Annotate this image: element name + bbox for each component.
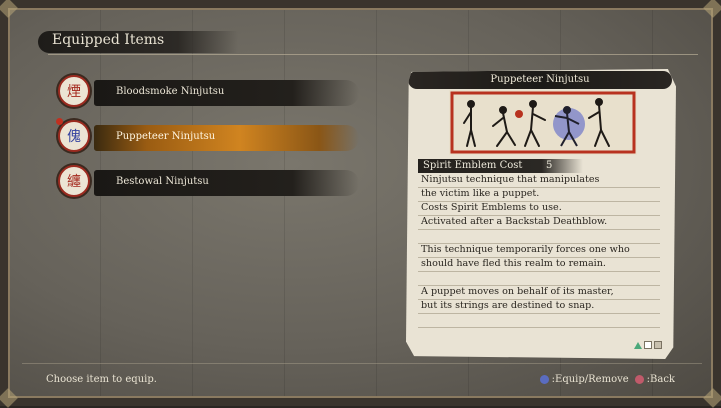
corner-ornament xyxy=(703,388,721,408)
stat-value: 5 xyxy=(546,160,553,171)
menu-frame: Equipped Items 煙 Bloodsmoke Ninjutsu 傀 P… xyxy=(0,0,721,408)
item-bestowal-ninjutsu[interactable]: 纏 Bestowal Ninjutsu xyxy=(58,165,359,199)
item-label: Puppeteer Ninjutsu xyxy=(116,131,216,142)
page-title: Equipped Items xyxy=(52,32,165,48)
hint-text: Choose item to equip. xyxy=(46,374,157,385)
item-puppeteer-ninjutsu[interactable]: 傀 Puppeteer Ninjutsu xyxy=(56,118,359,154)
cross-button-icon[interactable] xyxy=(539,375,549,384)
detail-title: Puppeteer Ninjutsu xyxy=(408,71,672,89)
item-illustration xyxy=(449,90,637,155)
equip-remove-label[interactable]: :Equip/Remove xyxy=(552,374,629,385)
stat-label: Spirit Emblem Cost xyxy=(423,160,523,171)
item-label: Bloodsmoke Ninjutsu xyxy=(116,86,225,97)
triangle-button-icon xyxy=(634,341,642,349)
new-item-marker xyxy=(56,118,63,125)
item-bloodsmoke-ninjutsu[interactable]: 煙 Bloodsmoke Ninjutsu xyxy=(58,75,359,109)
page-dot xyxy=(654,341,662,349)
puppeteer-emblem-icon: 傀 xyxy=(58,120,90,152)
spirit-emblem-cost: Spirit Emblem Cost 5 xyxy=(418,159,583,173)
item-description: Ninjutsu technique that manipulates the … xyxy=(421,174,630,311)
corner-ornament xyxy=(0,388,18,408)
item-detail-panel: Puppeteer Ninjutsu Spirit Emblem Cost 5 xyxy=(406,69,676,359)
bestowal-emblem-icon: 纏 xyxy=(58,165,90,197)
corner-ornament xyxy=(703,0,721,18)
item-label: Bestowal Ninjutsu xyxy=(116,176,209,187)
page-indicator xyxy=(634,341,662,349)
button-prompts: :Equip/Remove :Back xyxy=(539,374,675,385)
bloodsmoke-emblem-icon: 煙 xyxy=(58,75,90,107)
page-dot xyxy=(644,341,652,349)
page-header: Equipped Items xyxy=(38,28,698,56)
back-label[interactable]: :Back xyxy=(647,374,675,385)
circle-button-icon[interactable] xyxy=(634,375,644,384)
corner-ornament xyxy=(0,0,18,18)
